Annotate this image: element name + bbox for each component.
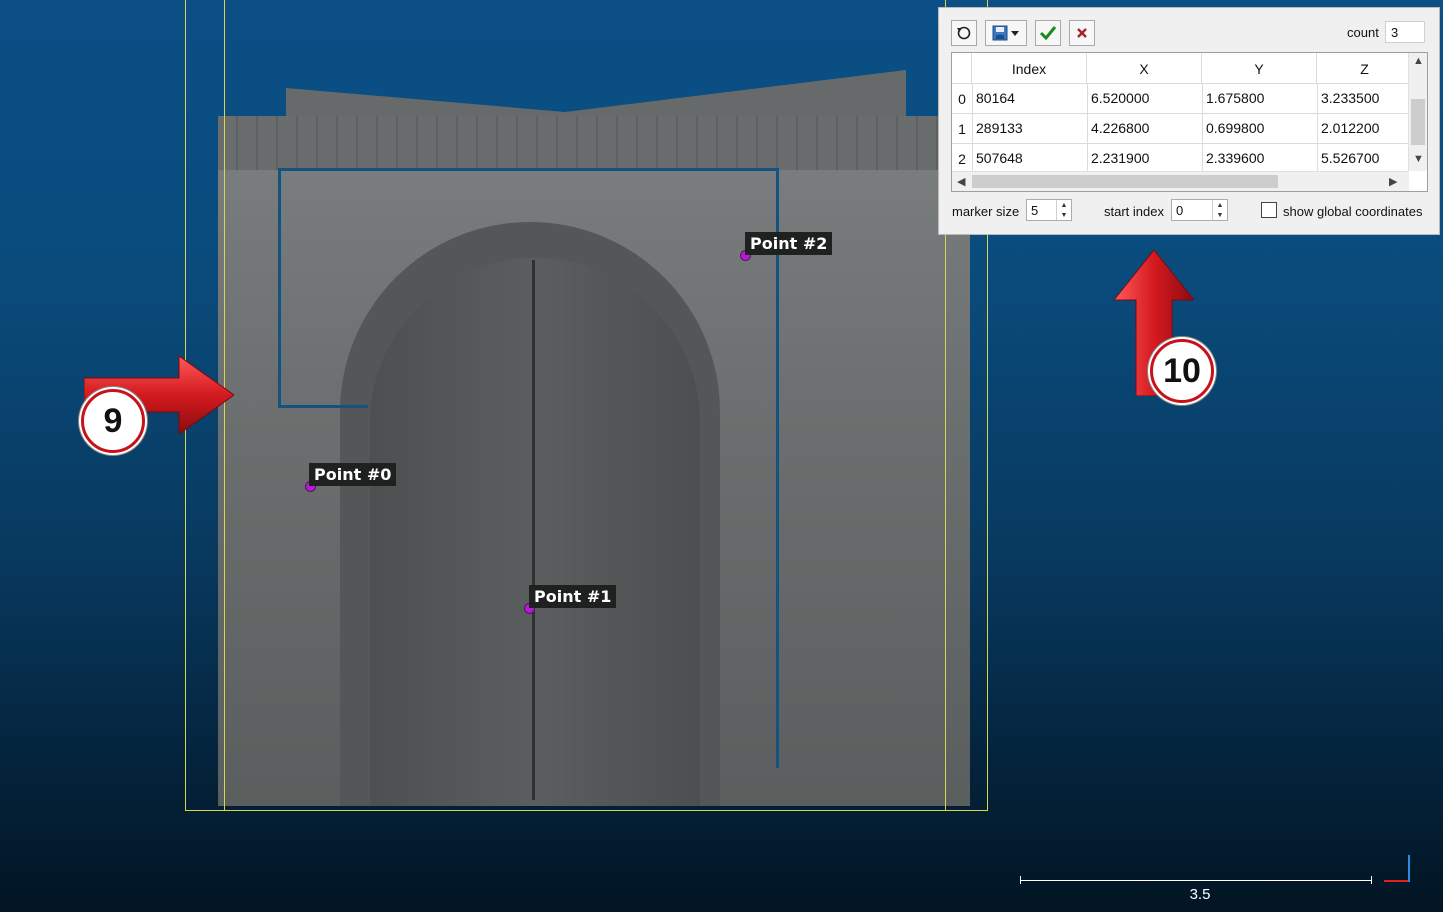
cell-x[interactable]: 4.226800 — [1087, 114, 1202, 144]
bounding-box — [185, 0, 988, 811]
table-row[interactable]: 1 289133 4.226800 0.699800 2.012200 — [952, 113, 1412, 144]
global-coordinates-checkbox[interactable] — [1261, 202, 1277, 218]
scroll-up-icon[interactable]: ▲ — [1413, 55, 1424, 67]
cell-y[interactable]: 2.339600 — [1202, 144, 1317, 174]
start-index-label: start index — [1104, 204, 1164, 219]
spin-arrows-icon[interactable]: ▲ ▼ — [1056, 200, 1071, 220]
cell-z[interactable]: 3.233500 — [1317, 84, 1412, 114]
cell-index[interactable]: 80164 — [972, 84, 1087, 114]
axis-z-indicator — [1408, 855, 1410, 882]
vertical-scrollbar[interactable]: ▲ ▼ — [1408, 53, 1427, 171]
undo-icon — [957, 26, 971, 40]
scale-tick — [1020, 876, 1021, 884]
apply-button[interactable] — [1035, 20, 1061, 46]
point-label-0: Point #0 — [309, 463, 397, 486]
marker-size-label: marker size — [952, 204, 1020, 219]
scroll-down-icon[interactable]: ▼ — [1413, 153, 1424, 165]
scale-tick — [1371, 876, 1372, 884]
marker-size-spinbox[interactable]: 5 ▲ ▼ — [1026, 199, 1072, 221]
column-header-x[interactable]: X — [1087, 53, 1202, 83]
remove-last-button[interactable] — [951, 20, 977, 46]
cell-index[interactable]: 507648 — [972, 144, 1087, 174]
table-header: Index X Y Z — [952, 53, 1412, 83]
row-number: 0 — [958, 91, 966, 107]
row-number: 2 — [958, 151, 966, 167]
global-coordinates-label: show global coordinates — [1283, 204, 1423, 219]
save-icon — [992, 25, 1008, 41]
point-label-1: Point #1 — [529, 585, 617, 608]
cell-y[interactable]: 0.699800 — [1202, 114, 1317, 144]
spin-arrows-icon[interactable]: ▲ ▼ — [1212, 200, 1227, 220]
cell-z[interactable]: 2.012200 — [1317, 114, 1412, 144]
cell-index[interactable]: 289133 — [972, 114, 1087, 144]
step-badge-10: 10 — [1150, 339, 1214, 403]
count-field: 3 — [1385, 21, 1425, 43]
start-index-spinbox[interactable]: 0 ▲ ▼ — [1171, 199, 1228, 221]
table-row[interactable]: 2 507648 2.231900 2.339600 5.526700 — [952, 143, 1412, 174]
close-icon — [1077, 28, 1087, 38]
export-button[interactable] — [985, 20, 1027, 46]
row-number-header — [952, 53, 972, 83]
count-label: count — [1347, 25, 1379, 40]
scale-value: 3.5 — [1189, 886, 1211, 903]
row-number: 1 — [958, 121, 966, 137]
column-header-index[interactable]: Index — [972, 53, 1087, 83]
scroll-left-icon[interactable]: ◀ — [957, 175, 965, 188]
table-row[interactable]: 0 80164 6.520000 1.675800 3.233500 — [952, 83, 1412, 114]
points-table[interactable]: Index X Y Z 0 80164 6.520000 1.675800 3.… — [951, 52, 1428, 192]
cell-x[interactable]: 2.231900 — [1087, 144, 1202, 174]
start-index-value: 0 — [1176, 203, 1184, 218]
cancel-button[interactable] — [1069, 20, 1095, 46]
point-list-picking-panel: count 3 Index X Y Z 0 80164 6.520000 1.6… — [938, 7, 1440, 235]
step-badge-9: 9 — [81, 389, 145, 453]
scale-bar — [1020, 880, 1372, 881]
horizontal-scroll-thumb[interactable] — [972, 175, 1278, 188]
cell-y[interactable]: 1.675800 — [1202, 84, 1317, 114]
axis-x-indicator — [1384, 880, 1410, 882]
chevron-down-icon — [1011, 31, 1019, 36]
point-label-2: Point #2 — [745, 232, 833, 255]
checkmark-icon — [1039, 26, 1057, 41]
column-header-z[interactable]: Z — [1317, 53, 1412, 83]
cell-z[interactable]: 5.526700 — [1317, 144, 1412, 174]
marker-size-value: 5 — [1031, 203, 1039, 218]
column-header-y[interactable]: Y — [1202, 53, 1317, 83]
vertical-scroll-thumb[interactable] — [1411, 99, 1425, 145]
cell-x[interactable]: 6.520000 — [1087, 84, 1202, 114]
scroll-right-icon[interactable]: ▶ — [1389, 175, 1397, 188]
horizontal-scrollbar[interactable]: ◀ ▶ — [952, 171, 1409, 191]
